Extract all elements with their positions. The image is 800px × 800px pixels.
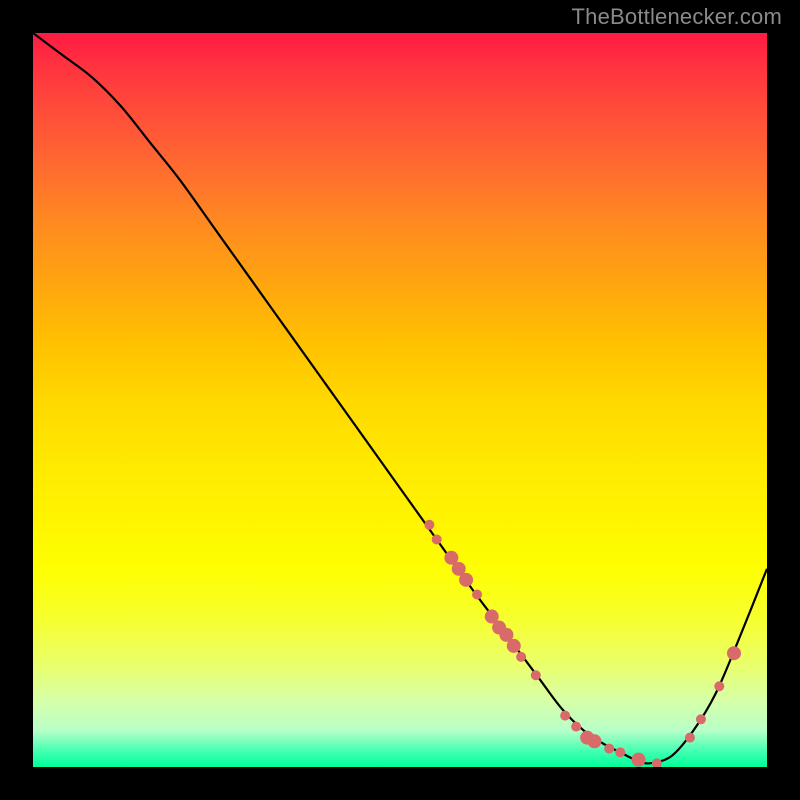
- chart-svg: [33, 33, 767, 767]
- bottleneck-curve: [33, 33, 767, 763]
- data-marker: [531, 670, 541, 680]
- data-marker: [615, 747, 625, 757]
- data-marker: [459, 573, 473, 587]
- data-marker: [507, 639, 521, 653]
- data-marker: [652, 758, 662, 767]
- data-marker: [604, 744, 614, 754]
- plot-area: [33, 33, 767, 767]
- watermark-text: TheBottlenecker.com: [572, 4, 782, 30]
- data-marker: [588, 734, 602, 748]
- data-marker: [727, 646, 741, 660]
- data-marker: [685, 733, 695, 743]
- data-marker: [424, 520, 434, 530]
- data-marker: [571, 722, 581, 732]
- data-marker: [714, 681, 724, 691]
- data-marker: [472, 590, 482, 600]
- data-marker: [696, 714, 706, 724]
- data-marker: [516, 652, 526, 662]
- data-marker: [560, 711, 570, 721]
- data-marker: [432, 534, 442, 544]
- data-marker: [632, 753, 646, 767]
